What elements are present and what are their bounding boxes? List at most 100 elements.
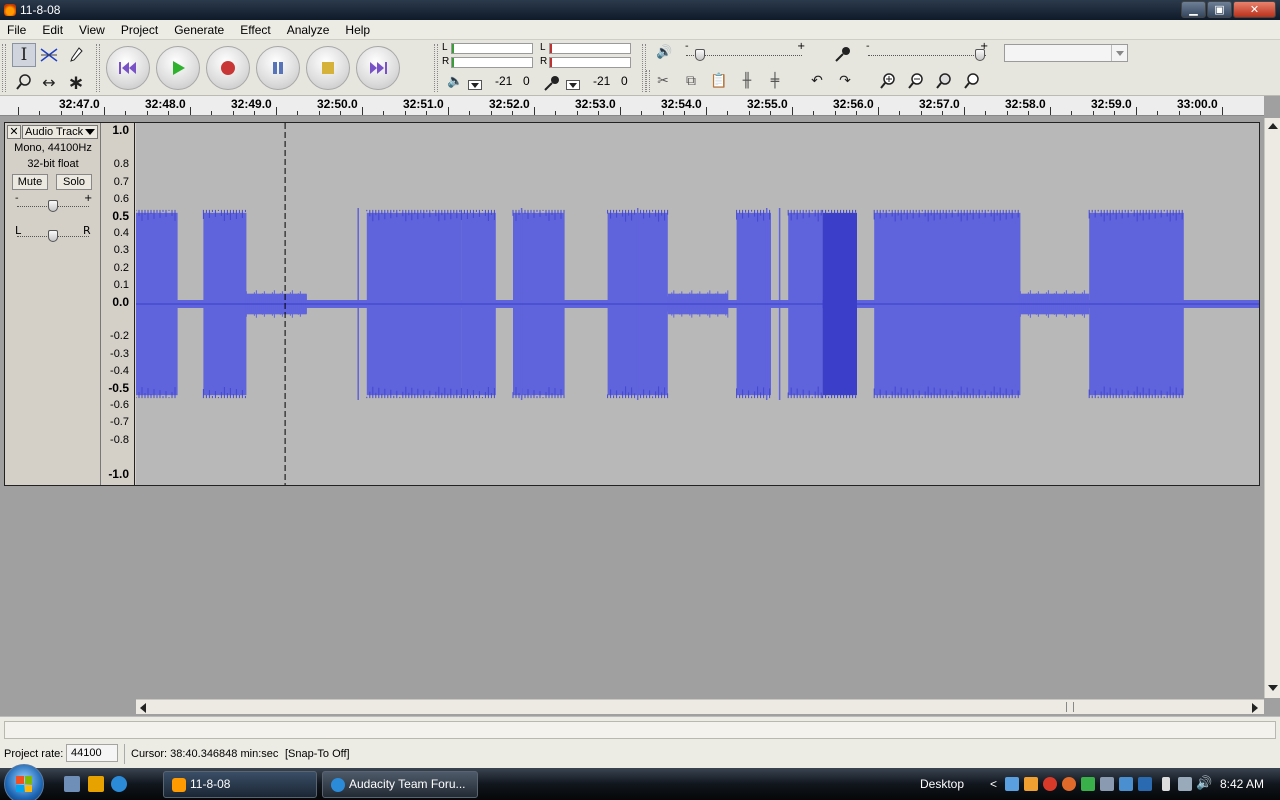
battery-icon[interactable] — [1162, 777, 1170, 791]
meter-grip[interactable] — [434, 44, 438, 92]
menu-generate[interactable]: Generate — [166, 20, 232, 40]
status-bar: Project rate: 44100 Cursor: 38:40.346848… — [0, 742, 1280, 768]
timeline-ruler[interactable]: 32:47.0 32:48.0 32:49.0 32:50.0 32:51.0 … — [0, 96, 1264, 116]
scroll-right-icon[interactable] — [1252, 703, 1258, 713]
menu-effect[interactable]: Effect — [232, 20, 278, 40]
task-audacity-window[interactable]: 11-8-08 — [163, 771, 317, 798]
paste-button[interactable]: 📋 — [707, 70, 731, 92]
tray-display-icon[interactable] — [1138, 777, 1152, 791]
input-volume-slider[interactable] — [868, 55, 986, 56]
tray-update-icon[interactable] — [1081, 777, 1095, 791]
task-browser-window[interactable]: Audacity Team Foru... — [322, 771, 478, 798]
tray-expand-icon[interactable]: < — [990, 768, 997, 800]
tray-bluetooth-icon[interactable] — [1119, 777, 1133, 791]
volume-icon[interactable]: 🔊 — [1196, 775, 1212, 791]
play-button[interactable] — [156, 46, 200, 90]
horizontal-scrollbar[interactable] — [136, 699, 1264, 714]
play-meter-menu[interactable] — [468, 80, 482, 90]
multi-tool-button[interactable]: ∗ — [64, 70, 88, 94]
undo-icon: ↶ — [811, 73, 823, 89]
scroll-up-icon[interactable] — [1268, 123, 1278, 129]
draw-tool-button[interactable] — [64, 43, 88, 67]
audio-track[interactable]: ✕ Audio Track Mono, 44100Hz 32-bit float… — [4, 122, 1260, 486]
skip-to-end-button[interactable] — [356, 46, 400, 90]
speaker-icon: 🔈 — [447, 74, 464, 89]
amplitude-label: -0.7 — [110, 416, 129, 429]
toolbar-grip[interactable] — [2, 44, 6, 92]
minimize-button[interactable]: ▁ — [1181, 1, 1206, 18]
amplitude-ruler[interactable]: 1.0 0.8 0.7 0.6 0.5 0.4 0.3 0.2 0.1 0.0 -0.2 -0.3 -0… — [102, 123, 135, 485]
trim-button[interactable]: ╫ — [735, 70, 759, 92]
tray-network-app-icon[interactable] — [1005, 777, 1019, 791]
vertical-scrollbar[interactable] — [1264, 118, 1280, 698]
output-volume-minus: - — [685, 41, 689, 52]
play-meter-left[interactable] — [451, 43, 533, 54]
output-volume-thumb[interactable] — [694, 49, 705, 61]
menu-project[interactable]: Project — [113, 20, 166, 40]
maximize-button[interactable]: ▣ — [1207, 1, 1232, 18]
tray-device-icon[interactable] — [1100, 777, 1114, 791]
record-button[interactable] — [206, 46, 250, 90]
network-icon[interactable] — [1178, 777, 1192, 791]
tray-messenger-icon[interactable] — [1062, 777, 1076, 791]
menu-view[interactable]: View — [71, 20, 113, 40]
record-meter-left[interactable] — [549, 43, 631, 54]
record-meter-right[interactable] — [549, 57, 631, 68]
internet-explorer-icon[interactable] — [111, 776, 127, 792]
track-area[interactable]: ✕ Audio Track Mono, 44100Hz 32-bit float… — [0, 118, 1264, 700]
fit-project-button[interactable] — [960, 70, 984, 92]
mute-button[interactable]: Mute — [12, 174, 48, 190]
scroll-down-icon[interactable] — [1268, 685, 1278, 691]
amplitude-label: -0.4 — [110, 364, 129, 377]
menu-file[interactable]: File — [0, 20, 34, 40]
transport-grip[interactable] — [96, 44, 100, 92]
record-meter-zero: 0 — [621, 74, 628, 88]
fit-selection-button[interactable] — [932, 70, 956, 92]
media-player-icon[interactable] — [88, 776, 104, 792]
play-meter-right[interactable] — [451, 57, 533, 68]
input-device-select[interactable] — [1004, 44, 1128, 62]
record-meter-menu[interactable] — [566, 80, 580, 90]
waveform-display[interactable] — [136, 123, 1259, 485]
pan-slider-thumb[interactable] — [48, 230, 58, 242]
tray-app-icon[interactable] — [1024, 777, 1038, 791]
zoom-out-icon — [908, 73, 923, 89]
pause-button[interactable] — [256, 46, 300, 90]
scroll-left-icon[interactable] — [140, 703, 146, 713]
clock[interactable]: 8:42 AM — [1220, 768, 1264, 800]
silence-button[interactable]: ╪ — [763, 70, 787, 92]
gain-slider-thumb[interactable] — [48, 200, 58, 212]
start-button[interactable] — [4, 764, 44, 800]
track-name-menu[interactable]: Audio Track — [22, 125, 98, 139]
skip-to-start-button[interactable] — [106, 46, 150, 90]
zoom-in-button[interactable] — [876, 70, 900, 92]
envelope-tool-button[interactable] — [37, 43, 61, 67]
stop-button[interactable] — [306, 46, 350, 90]
redo-button[interactable]: ↷ — [833, 70, 857, 92]
audacity-app-icon[interactable] — [4, 4, 16, 16]
project-rate-input[interactable]: 44100 — [66, 744, 118, 762]
input-volume-thumb[interactable] — [975, 49, 986, 61]
solo-button[interactable]: Solo — [56, 174, 92, 190]
menu-analyze[interactable]: Analyze — [279, 20, 338, 40]
ruler-label: 32:47.0 — [59, 97, 100, 111]
undo-button[interactable]: ↶ — [805, 70, 829, 92]
show-desktop-icon[interactable] — [64, 776, 80, 792]
edit-grip[interactable] — [646, 70, 650, 92]
zoom-out-button[interactable] — [904, 70, 928, 92]
time-shift-tool-button[interactable]: ↔ — [37, 70, 61, 94]
track-close-button[interactable]: ✕ — [7, 125, 21, 139]
horizontal-scroll-thumb[interactable] — [1066, 702, 1074, 712]
ruler-tick — [598, 111, 599, 115]
ruler-tick — [125, 111, 126, 115]
copy-button[interactable]: ⧉ — [679, 70, 703, 92]
tray-security-icon[interactable] — [1043, 777, 1057, 791]
zoom-tool-button[interactable] — [12, 70, 36, 94]
selection-tool-button[interactable]: I — [12, 43, 36, 67]
menu-help[interactable]: Help — [337, 20, 378, 40]
cut-button[interactable]: ✂ — [651, 70, 675, 92]
menu-edit[interactable]: Edit — [34, 20, 71, 40]
ruler-tick — [662, 111, 664, 115]
close-button[interactable]: ✕ — [1233, 1, 1276, 18]
desktop-toolbar-label[interactable]: Desktop — [920, 768, 964, 800]
